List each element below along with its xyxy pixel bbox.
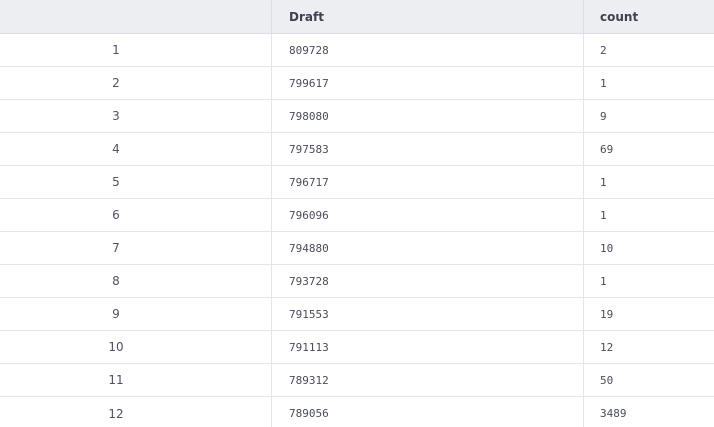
draft-cell: 789056	[271, 397, 583, 427]
row-index-cell: 10	[108, 340, 124, 354]
column-header-count[interactable]: count	[583, 0, 714, 33]
row-index-cell: 12	[108, 406, 124, 421]
count-cell: 10	[583, 232, 714, 264]
row-index-cell: 1	[112, 43, 120, 57]
row-index-cell: 3	[112, 109, 120, 123]
count-cell: 19	[583, 298, 714, 330]
row-index-cell: 5	[112, 175, 120, 189]
count-cell: 3489	[583, 397, 714, 427]
draft-cell: 798080	[271, 100, 583, 132]
row-index-cell: 11	[108, 373, 124, 387]
table-row: 6 796096 1	[0, 199, 714, 232]
table-row: 9 791553 19	[0, 298, 714, 331]
row-index-cell: 7	[112, 241, 120, 255]
table-row: 1 809728 2	[0, 34, 714, 67]
count-cell: 1	[583, 265, 714, 297]
row-index-cell: 2	[112, 76, 120, 90]
row-index-cell: 9	[112, 307, 120, 321]
count-cell: 9	[583, 100, 714, 132]
column-header-index[interactable]	[0, 0, 271, 33]
table-row: 3 798080 9	[0, 100, 714, 133]
count-cell: 1	[583, 166, 714, 198]
data-table: Draft count 1 809728 2 2 799617 1 3 798080 9 4 797…	[0, 0, 714, 427]
row-index-cell: 8	[112, 274, 120, 288]
draft-cell: 797583	[271, 133, 583, 165]
draft-cell: 791553	[271, 298, 583, 330]
table-row: 11 789312 50	[0, 364, 714, 397]
draft-cell: 791113	[271, 331, 583, 363]
column-header-draft[interactable]: Draft	[271, 0, 583, 33]
table-row: 10 791113 12	[0, 331, 714, 364]
draft-cell: 789312	[271, 364, 583, 396]
draft-cell: 809728	[271, 34, 583, 66]
table-row: 2 799617 1	[0, 67, 714, 100]
draft-cell: 794880	[271, 232, 583, 264]
row-index-cell: 4	[112, 142, 120, 156]
draft-cell: 796096	[271, 199, 583, 231]
table-row: 8 793728 1	[0, 265, 714, 298]
count-cell: 2	[583, 34, 714, 66]
count-cell: 12	[583, 331, 714, 363]
count-cell: 1	[583, 199, 714, 231]
table-row: 7 794880 10	[0, 232, 714, 265]
draft-cell: 796717	[271, 166, 583, 198]
draft-cell: 793728	[271, 265, 583, 297]
table-body: 1 809728 2 2 799617 1 3 798080 9 4 797583 69 5 796717…	[0, 34, 714, 427]
count-cell: 50	[583, 364, 714, 396]
table-row: 4 797583 69	[0, 133, 714, 166]
table-header: Draft count	[0, 0, 714, 34]
count-cell: 69	[583, 133, 714, 165]
row-index-cell: 6	[112, 208, 120, 222]
table-row: 5 796717 1	[0, 166, 714, 199]
count-cell: 1	[583, 67, 714, 99]
table-row: 12 789056 3489	[0, 397, 714, 427]
draft-cell: 799617	[271, 67, 583, 99]
